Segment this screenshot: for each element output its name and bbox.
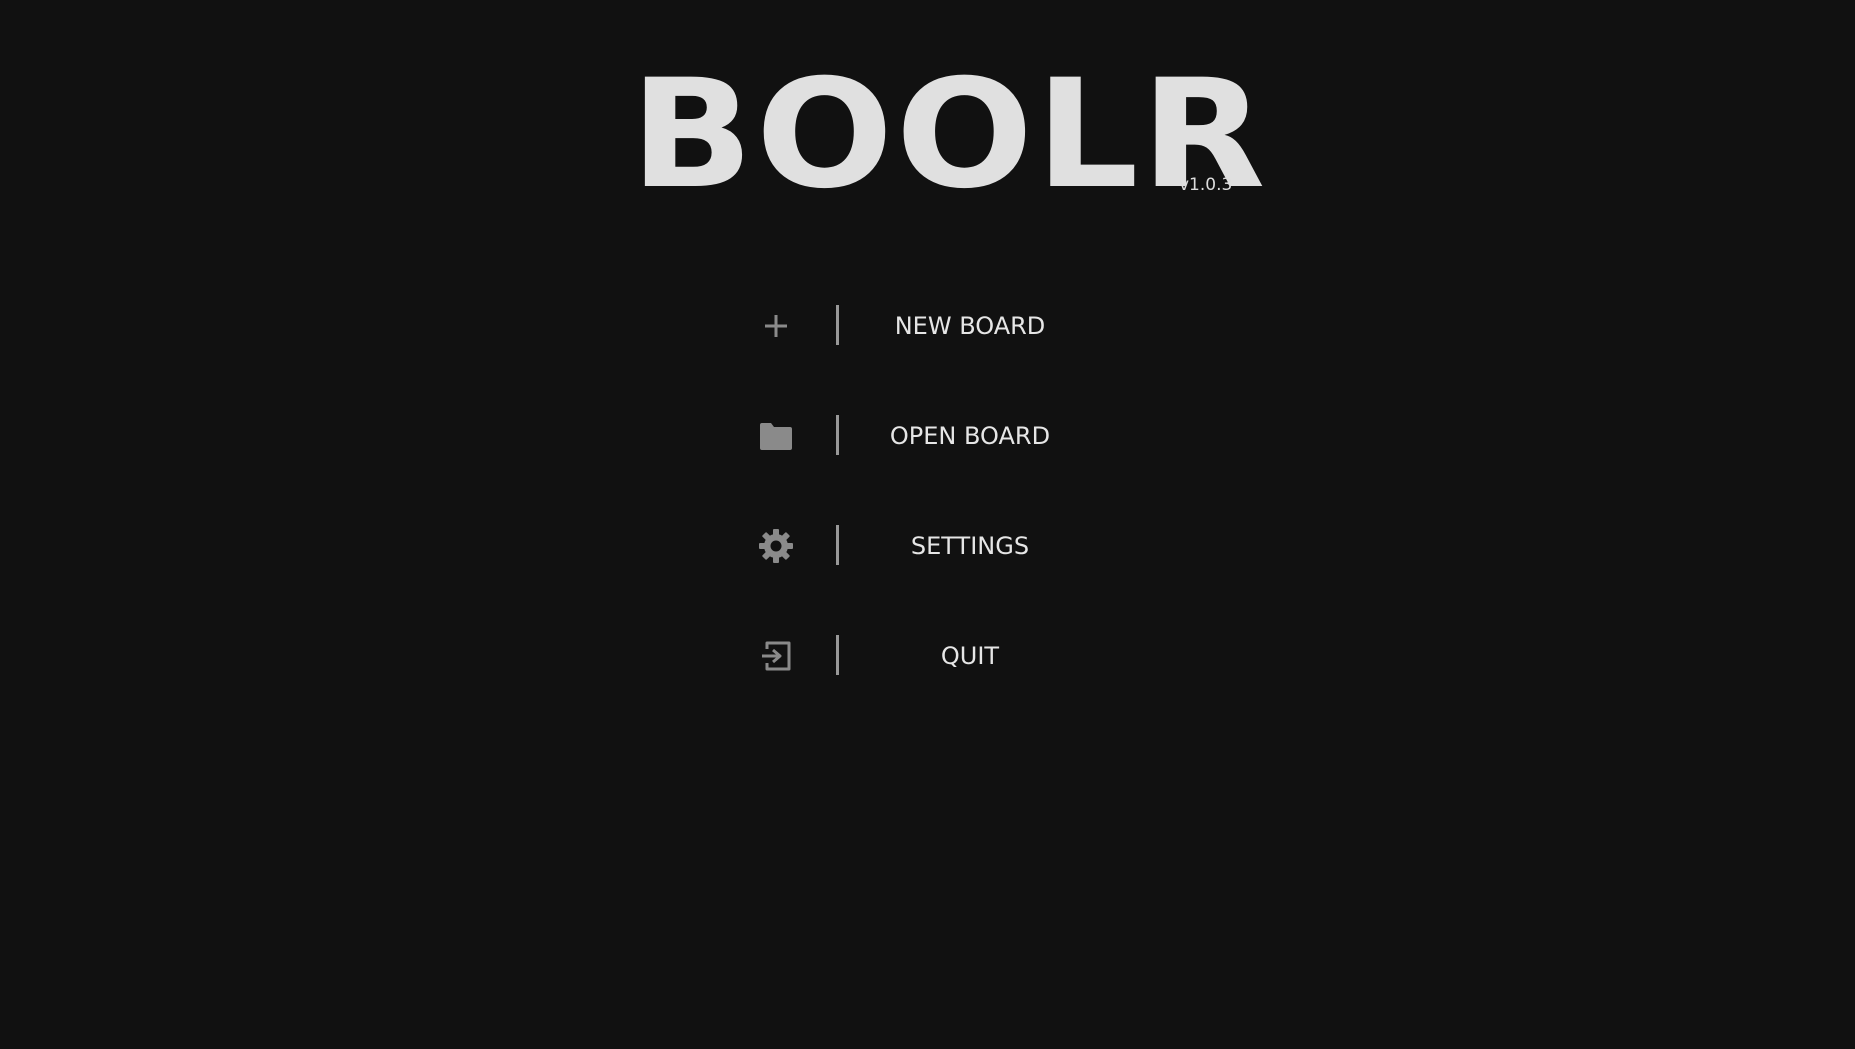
exit-icon (740, 633, 812, 679)
quit-label: QUIT (940, 642, 1000, 670)
app-logo: BOOLR (630, 48, 1268, 222)
menu-divider (836, 635, 839, 675)
menu-divider (836, 525, 839, 565)
new-board-label: NEW BOARD (894, 312, 1046, 340)
new-board-button[interactable]: NEW BOARD (740, 303, 1090, 349)
settings-button[interactable]: SETTINGS (740, 523, 1090, 569)
open-board-button[interactable]: OPEN BOARD (740, 413, 1090, 459)
menu-divider (836, 415, 839, 455)
logo-container: BOOLR (630, 60, 1266, 210)
open-board-label: OPEN BOARD (889, 422, 1051, 450)
menu-divider (836, 305, 839, 345)
quit-button[interactable]: QUIT (740, 633, 1090, 679)
version-label: v1.0.3 (1179, 175, 1233, 195)
plus-icon (740, 303, 812, 349)
gear-icon (740, 523, 812, 569)
folder-icon (740, 413, 812, 459)
settings-label: SETTINGS (910, 532, 1030, 560)
